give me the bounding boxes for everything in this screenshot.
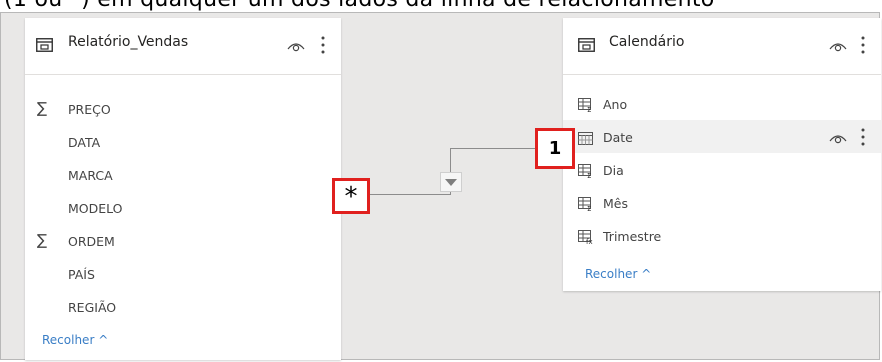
field-item-ano[interactable]: Σ Ano	[563, 88, 881, 121]
collapse-link[interactable]: Recolher ^	[585, 267, 651, 281]
field-item-dia[interactable]: Σ Dia	[563, 154, 881, 187]
sigma-icon: ∑	[37, 231, 48, 249]
table-icon	[578, 38, 595, 52]
relationship-line-top	[450, 148, 536, 149]
field-item-regiao[interactable]: REGIÃO	[25, 291, 341, 324]
field-label: PAÍS	[68, 267, 95, 282]
table-icon	[36, 38, 53, 52]
field-item-trimestre[interactable]: fx Trimestre	[563, 220, 881, 253]
field-label: Dia	[603, 163, 624, 178]
field-list: Σ Ano Date Σ Dia Σ Mês fx Trimestre	[563, 88, 881, 253]
eye-icon[interactable]	[829, 40, 847, 52]
field-item-marca[interactable]: MARCA	[25, 159, 341, 192]
many-cardinality-marker[interactable]: *	[332, 178, 370, 214]
table-card-header[interactable]: Relatório_Vendas	[25, 18, 341, 75]
more-options-icon[interactable]	[860, 127, 866, 147]
relationship-line[interactable]	[370, 194, 450, 195]
more-options-icon[interactable]	[860, 35, 866, 55]
field-item-data[interactable]: DATA	[25, 126, 341, 159]
field-label: Trimestre	[603, 229, 662, 244]
table-card-header[interactable]: Calendário	[563, 18, 881, 75]
field-label: REGIÃO	[68, 300, 117, 315]
collapse-link[interactable]: Recolher ^	[42, 333, 108, 347]
svg-text:Σ: Σ	[587, 205, 591, 211]
more-options-icon[interactable]	[320, 35, 326, 55]
field-item-ordem[interactable]: ∑ ORDEM	[25, 225, 341, 258]
svg-text:Σ: Σ	[587, 106, 591, 112]
calculated-column-icon: Σ	[578, 164, 591, 178]
field-label: Mês	[603, 196, 628, 211]
table-card-relatorio-vendas[interactable]: Relatório_Vendas ∑ PREÇO DATA MARCA MODE…	[25, 18, 341, 360]
field-label: Date	[603, 130, 633, 145]
table-card-title: Calendário	[609, 34, 685, 50]
field-item-modelo[interactable]: MODELO	[25, 192, 341, 225]
field-item-pais[interactable]: PAÍS	[25, 258, 341, 291]
model-canvas[interactable]: Relatório_Vendas ∑ PREÇO DATA MARCA MODE…	[0, 12, 881, 360]
field-label: MODELO	[68, 201, 123, 216]
sigma-icon: ∑	[37, 99, 48, 117]
field-item-mes[interactable]: Σ Mês	[563, 187, 881, 220]
eye-icon[interactable]	[287, 40, 305, 52]
field-label: MARCA	[68, 168, 113, 183]
one-cardinality-marker[interactable]: 1	[535, 128, 575, 169]
eye-icon[interactable]	[829, 132, 847, 144]
calculated-column-icon: fx	[578, 230, 593, 244]
calculated-column-icon: Σ	[578, 197, 591, 211]
field-label: PREÇO	[68, 102, 111, 117]
table-card-calendario[interactable]: Calendário Σ Ano Date Σ Dia Σ Mês fx Tri…	[563, 18, 881, 291]
calendar-icon	[578, 132, 593, 145]
field-label: Ano	[603, 97, 628, 112]
field-label: ORDEM	[68, 234, 115, 249]
caption-text: (1 ou *) em qualquer um dos lados da lin…	[4, 0, 715, 12]
svg-text:fx: fx	[586, 238, 593, 244]
field-list: ∑ PREÇO DATA MARCA MODELO ∑ ORDEM PAÍS R…	[25, 93, 341, 324]
field-item-date[interactable]: Date	[563, 121, 881, 154]
filter-direction-arrow-icon[interactable]	[440, 172, 462, 192]
svg-text:Σ: Σ	[587, 172, 591, 178]
calculated-column-icon: Σ	[578, 98, 591, 112]
field-label: DATA	[68, 135, 101, 150]
field-item-preco[interactable]: ∑ PREÇO	[25, 93, 341, 126]
table-card-title: Relatório_Vendas	[68, 34, 189, 50]
